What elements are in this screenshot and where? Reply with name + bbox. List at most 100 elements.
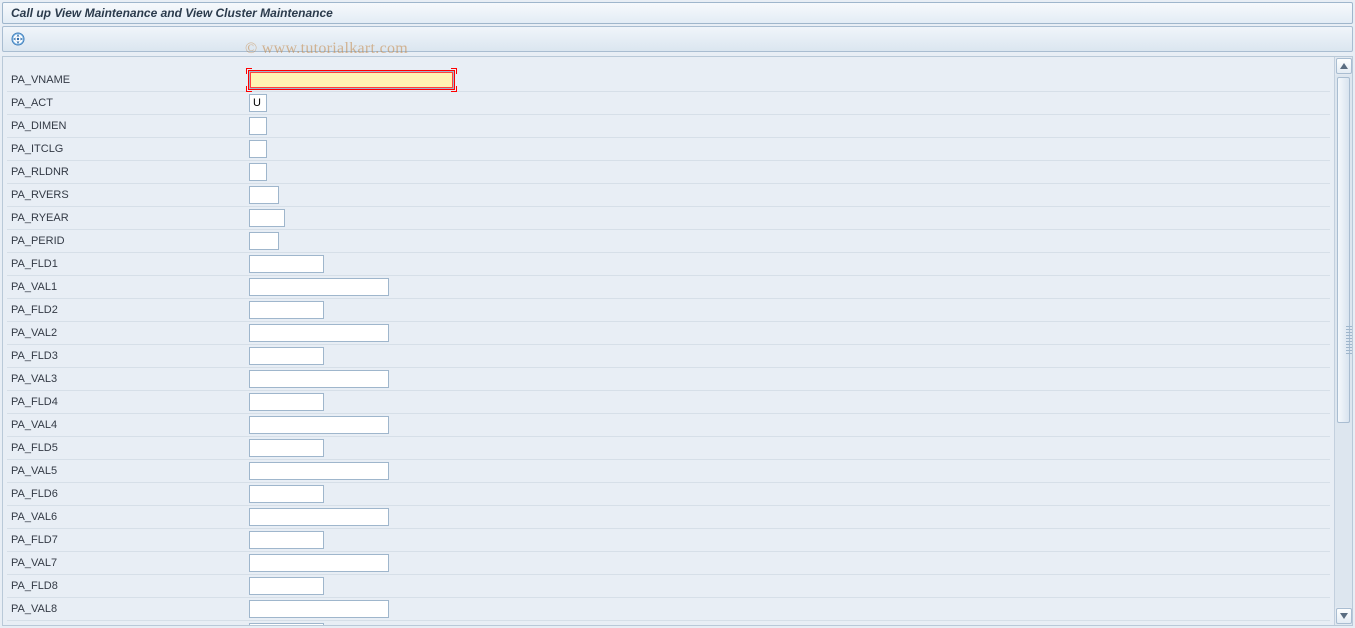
- input-pa_fld6[interactable]: [249, 485, 324, 503]
- input-pa_fld1[interactable]: [249, 255, 324, 273]
- form-row: PA_VAL6: [7, 506, 1330, 529]
- field-label: PA_VAL5: [7, 465, 247, 477]
- input-pa_rldnr[interactable]: [249, 163, 267, 181]
- focus-corner: [246, 86, 252, 92]
- form-row: PA_FLD2: [7, 299, 1330, 322]
- form-row: PA_FLD7: [7, 529, 1330, 552]
- field-input-cell: [247, 531, 1330, 549]
- form-row: PA_VAL2: [7, 322, 1330, 345]
- field-label: PA_VAL2: [7, 327, 247, 339]
- form-row: PA_FLD5: [7, 437, 1330, 460]
- form-row: PA_RYEAR: [7, 207, 1330, 230]
- form-row: PA_VAL8: [7, 598, 1330, 621]
- form-row: PA_VNAME: [7, 69, 1330, 92]
- field-label: PA_PERID: [7, 235, 247, 247]
- field-input-cell: [247, 393, 1330, 411]
- field-input-cell: [247, 71, 1330, 89]
- selection-screen-form: PA_VNAME PA_ACT PA_DIMEN PA_ITCLG PA_RLDNR PA…: [3, 57, 1334, 625]
- field-label: PA_FLD3: [7, 350, 247, 362]
- field-label: PA_RLDNR: [7, 166, 247, 178]
- input-pa_ryear[interactable]: [249, 209, 285, 227]
- field-input-cell: [247, 117, 1330, 135]
- execute-icon: [11, 32, 25, 46]
- field-label: PA_FLD8: [7, 580, 247, 592]
- field-input-cell: [247, 370, 1330, 388]
- input-pa_val4[interactable]: [249, 416, 389, 434]
- field-label: PA_FLD1: [7, 258, 247, 270]
- field-input-cell: [247, 278, 1330, 296]
- field-label: PA_RYEAR: [7, 212, 247, 224]
- field-input-cell: [247, 232, 1330, 250]
- field-label: PA_FLD7: [7, 534, 247, 546]
- form-row: PA_FLD1: [7, 253, 1330, 276]
- input-pa_val8[interactable]: [249, 600, 389, 618]
- focus-corner: [246, 68, 252, 74]
- chevron-up-icon: [1340, 63, 1348, 69]
- input-pa_fld3[interactable]: [249, 347, 324, 365]
- form-row: PA_VAL4: [7, 414, 1330, 437]
- form-row: PA_ACT: [7, 92, 1330, 115]
- input-pa_act[interactable]: [249, 94, 267, 112]
- form-row: PA_PERID: [7, 230, 1330, 253]
- field-input-cell: [247, 600, 1330, 618]
- field-label: PA_VAL7: [7, 557, 247, 569]
- input-pa_val6[interactable]: [249, 508, 389, 526]
- field-input-cell: [247, 255, 1330, 273]
- scroll-up-button[interactable]: [1336, 58, 1352, 74]
- scroll-down-button[interactable]: [1336, 608, 1352, 624]
- vertical-scrollbar[interactable]: [1334, 57, 1352, 625]
- focus-corner: [451, 68, 457, 74]
- page-title: Call up View Maintenance and View Cluste…: [11, 6, 333, 20]
- form-row: PA_VAL3: [7, 368, 1330, 391]
- field-input-cell: [247, 439, 1330, 457]
- form-row: PA_RLDNR: [7, 161, 1330, 184]
- window-title-bar: Call up View Maintenance and View Cluste…: [2, 2, 1353, 24]
- form-row: PA_FLD8: [7, 575, 1330, 598]
- input-pa_val3[interactable]: [249, 370, 389, 388]
- form-row: PA_FLD3: [7, 345, 1330, 368]
- focus-corner: [451, 86, 457, 92]
- field-input-cell: [247, 485, 1330, 503]
- field-input-cell: [247, 508, 1330, 526]
- form-row: PA_VAL7: [7, 552, 1330, 575]
- field-label: PA_ITCLG: [7, 143, 247, 155]
- content-container: PA_VNAME PA_ACT PA_DIMEN PA_ITCLG PA_RLDNR PA…: [2, 56, 1353, 626]
- input-pa_val2[interactable]: [249, 324, 389, 342]
- application-toolbar: [2, 26, 1353, 52]
- field-label: PA_VAL1: [7, 281, 247, 293]
- field-input-cell: [247, 186, 1330, 204]
- form-row: PA_FLD9: [7, 621, 1330, 625]
- input-pa_fld5[interactable]: [249, 439, 324, 457]
- field-label: PA_FLD6: [7, 488, 247, 500]
- execute-button[interactable]: [9, 30, 27, 48]
- field-input-cell: [247, 554, 1330, 572]
- input-pa_val5[interactable]: [249, 462, 389, 480]
- input-pa_fld2[interactable]: [249, 301, 324, 319]
- field-input-cell: [247, 163, 1330, 181]
- field-input-cell: [247, 94, 1330, 112]
- input-pa_perid[interactable]: [249, 232, 279, 250]
- field-label: PA_VAL4: [7, 419, 247, 431]
- field-label: PA_FLD2: [7, 304, 247, 316]
- scroll-grip-marks: [1346, 326, 1352, 356]
- field-input-cell: [247, 301, 1330, 319]
- input-pa_fld9[interactable]: [249, 623, 324, 625]
- input-pa_fld7[interactable]: [249, 531, 324, 549]
- field-label: PA_RVERS: [7, 189, 247, 201]
- field-label: PA_FLD5: [7, 442, 247, 454]
- input-pa_rvers[interactable]: [249, 186, 279, 204]
- input-pa_val1[interactable]: [249, 278, 389, 296]
- input-pa_val7[interactable]: [249, 554, 389, 572]
- input-pa_dimen[interactable]: [249, 117, 267, 135]
- input-pa_vname[interactable]: [249, 71, 454, 89]
- input-pa_itclg[interactable]: [249, 140, 267, 158]
- scrollable-region: PA_VNAME PA_ACT PA_DIMEN PA_ITCLG PA_RLDNR PA…: [3, 57, 1334, 625]
- scroll-thumb[interactable]: [1337, 77, 1350, 423]
- field-input-cell: [247, 140, 1330, 158]
- field-label: PA_DIMEN: [7, 120, 247, 132]
- scroll-track[interactable]: [1335, 75, 1352, 607]
- form-row: PA_ITCLG: [7, 138, 1330, 161]
- field-label: PA_VNAME: [7, 74, 247, 86]
- input-pa_fld8[interactable]: [249, 577, 324, 595]
- input-pa_fld4[interactable]: [249, 393, 324, 411]
